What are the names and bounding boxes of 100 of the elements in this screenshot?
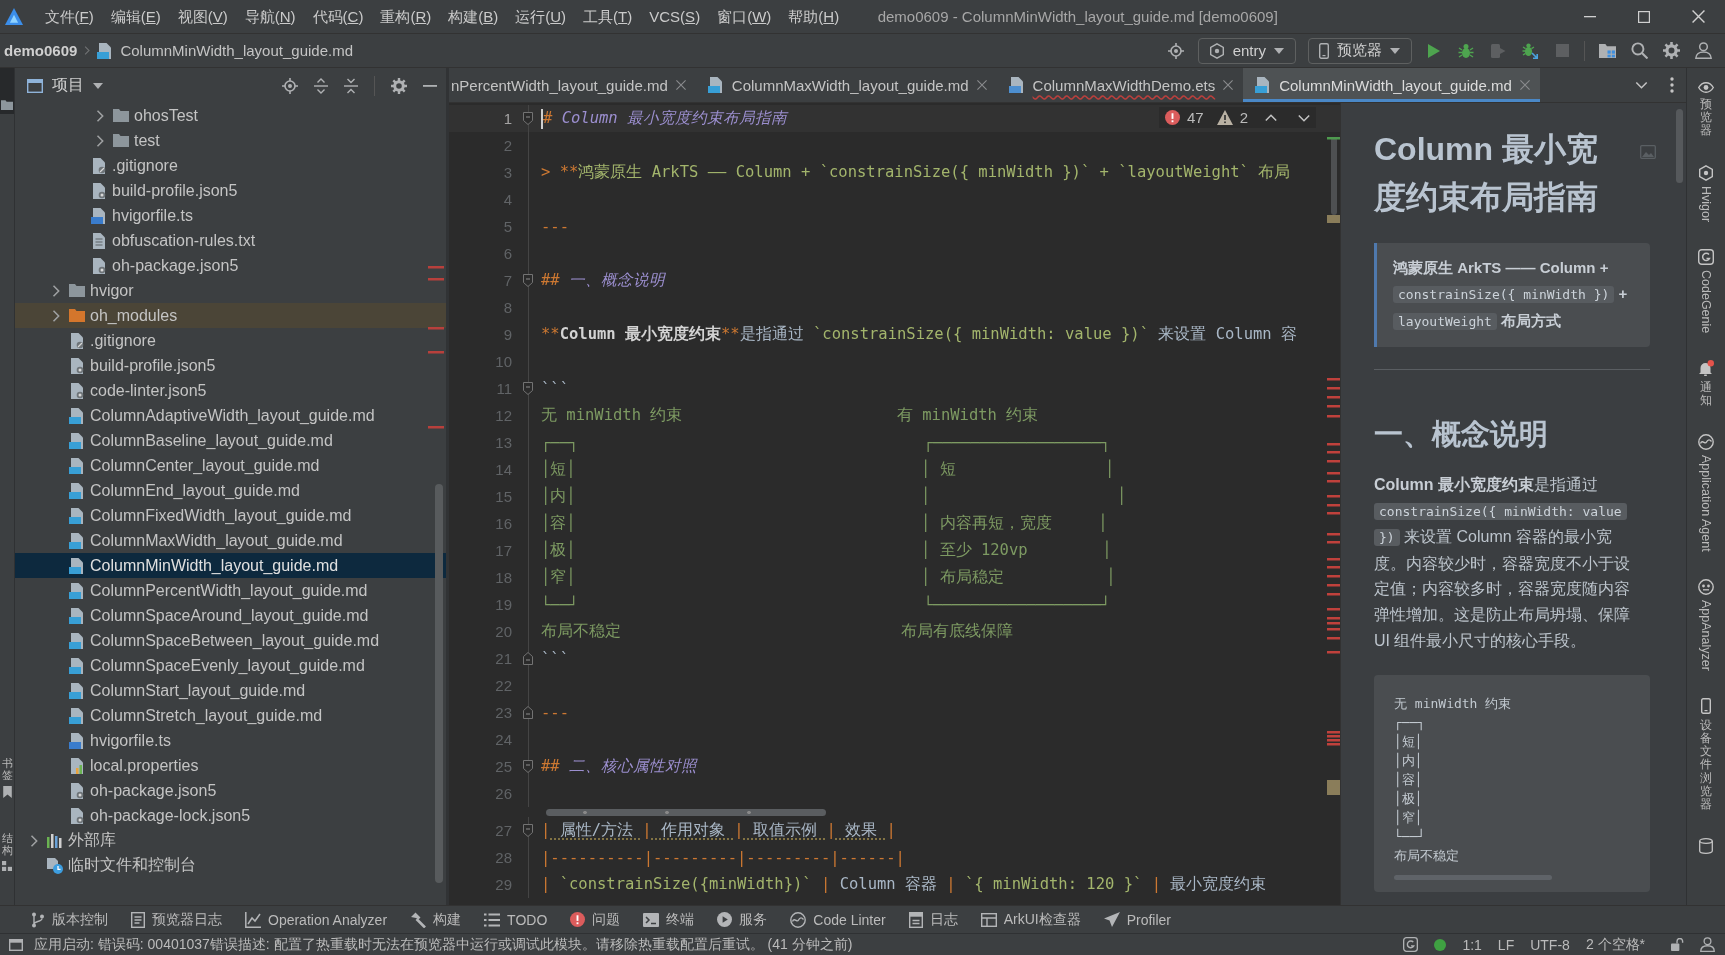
fold-icon[interactable] <box>523 274 533 287</box>
tool-window-button[interactable]: 书签 <box>0 752 14 802</box>
tree-item[interactable]: oh_modules <box>15 303 446 328</box>
tree-item[interactable]: build-profile.json5 <box>15 178 446 203</box>
tool-window-button[interactable]: TODO <box>484 911 548 928</box>
tree-item[interactable]: ColumnSpaceAround_layout_guide.md <box>15 603 446 628</box>
run-icon[interactable] <box>1428 43 1440 58</box>
menu-item[interactable]: 帮助(H) <box>779 4 848 29</box>
scrollbar-thumb[interactable] <box>1394 875 1552 881</box>
locate-icon[interactable] <box>1167 42 1184 59</box>
tree-item[interactable]: ColumnStart_layout_guide.md <box>15 678 446 703</box>
tree-item[interactable]: ColumnFixedWidth_layout_guide.md <box>15 503 446 528</box>
tree-item[interactable]: hvigorfile.ts <box>15 728 446 753</box>
error-count[interactable]: 47 <box>1186 109 1204 126</box>
tree-item[interactable]: hvigorfile.ts <box>15 203 446 228</box>
close-icon[interactable] <box>1691 10 1705 23</box>
menu-item[interactable]: 代码(C) <box>304 4 372 29</box>
chevron-right-icon[interactable] <box>96 134 104 147</box>
chevron-down-icon[interactable] <box>1298 113 1310 122</box>
bug-icon[interactable] <box>1458 42 1474 59</box>
chevron-right-icon[interactable] <box>52 309 60 322</box>
tree-item[interactable]: ColumnStretch_layout_guide.md <box>15 703 446 728</box>
tree-item[interactable]: test <box>15 128 446 153</box>
tree-item[interactable]: 临时文件和控制台 <box>15 853 446 878</box>
tool-window-button[interactable]: 问题 <box>570 910 621 929</box>
tree-item[interactable]: ColumnCenter_layout_guide.md <box>15 453 446 478</box>
folder-grid-icon[interactable] <box>1598 43 1616 58</box>
project-tool-button[interactable] <box>0 68 14 114</box>
chevron-right-icon[interactable] <box>96 109 104 122</box>
status-item[interactable]: 1:1 <box>1462 936 1482 953</box>
status-item[interactable]: 2 个空格* <box>1585 935 1645 954</box>
fold-icon[interactable] <box>523 652 533 665</box>
more-icon[interactable] <box>1670 77 1674 93</box>
status-item[interactable]: UTF-8 <box>1530 936 1570 953</box>
tree-item[interactable]: code-linter.json5 <box>15 378 446 403</box>
bug-arrow-icon[interactable] <box>1522 42 1538 59</box>
menu-item[interactable]: 运行(U) <box>506 4 575 29</box>
menu-item[interactable]: VCS(S) <box>640 4 709 29</box>
fold-icon[interactable] <box>523 760 533 773</box>
tree-item[interactable]: 外部库 <box>15 828 446 853</box>
close-icon[interactable] <box>976 80 987 90</box>
menu-item[interactable]: 编辑(E) <box>102 4 170 29</box>
tree-item[interactable]: obfuscation-rules.txt <box>15 228 446 253</box>
close-icon[interactable] <box>675 80 686 90</box>
status-message[interactable]: 应用启动: 错误码: 00401037错误描述: 配置了热重载时无法在预览器中运行或调试此模块。请移除热重载配置后重试。 (41 分钟之前) <box>34 935 853 954</box>
search-icon[interactable] <box>1630 42 1648 59</box>
tool-window-button[interactable]: ArkUI检查器 <box>980 910 1081 929</box>
project-view-dropdown[interactable]: 项目 <box>27 75 103 96</box>
scrollbar-thumb[interactable] <box>1676 109 1683 183</box>
chevron-up-icon[interactable] <box>1265 113 1277 122</box>
run-config-dropdown[interactable]: entry <box>1197 37 1296 64</box>
fold-icon[interactable] <box>523 824 533 837</box>
tool-window-button[interactable]: 预览器 <box>1698 82 1714 138</box>
tree-item[interactable]: ColumnMaxWidth_layout_guide.md <box>15 528 446 553</box>
tool-window-button[interactable]: 通知 <box>1698 359 1714 408</box>
tool-window-button[interactable]: AppAnalyzer <box>1698 578 1714 671</box>
menu-item[interactable]: 导航(N) <box>236 4 305 29</box>
chevron-right-icon[interactable] <box>30 834 38 847</box>
tree-item[interactable]: oh-package.json5 <box>15 253 446 278</box>
window-icon[interactable] <box>9 938 23 951</box>
tree-item[interactable]: local.properties <box>15 753 446 778</box>
warning-count[interactable]: 2 <box>1239 109 1248 126</box>
user-icon[interactable] <box>1694 42 1712 59</box>
device-dropdown[interactable]: 预览器 <box>1308 37 1412 64</box>
tool-window-button[interactable]: 版本控制 <box>31 910 108 929</box>
tree-item[interactable]: .gitignore <box>15 153 446 178</box>
menu-item[interactable]: 工具(T) <box>574 4 641 29</box>
collapse-all-icon[interactable] <box>344 77 358 94</box>
menu-item[interactable]: 构建(B) <box>439 4 507 29</box>
editor-tab[interactable]: ColumnMinWidth_layout_guide.md <box>1243 68 1540 102</box>
chevron-right-icon[interactable] <box>52 284 60 297</box>
tool-window-button[interactable]: 服务 <box>717 910 768 929</box>
menu-item[interactable]: 重构(R) <box>371 4 440 29</box>
editor-tab[interactable]: ColumnMaxWidthDemo.ets <box>996 68 1244 102</box>
fold-icon[interactable] <box>523 112 533 125</box>
menu-item[interactable]: 文件(F) <box>36 4 103 29</box>
status-item[interactable]: LF <box>1497 936 1515 953</box>
tree-item[interactable]: oh-package.json5 <box>15 778 446 803</box>
tool-window-button[interactable]: 设备文件浏览器 <box>1700 697 1712 812</box>
tree-item[interactable]: ColumnPercentWidth_layout_guide.md <box>15 578 446 603</box>
database-icon[interactable] <box>1699 838 1713 855</box>
tree-item[interactable]: oh-package-lock.json5 <box>15 803 446 828</box>
tool-window-button[interactable]: 结构 <box>0 827 14 875</box>
minimize-icon[interactable] <box>423 84 437 87</box>
tree-item[interactable]: ColumnBaseline_layout_guide.md <box>15 428 446 453</box>
tree-item[interactable]: ohosTest <box>15 103 446 128</box>
tool-window-button[interactable]: 终端 <box>643 910 695 929</box>
tree-item[interactable]: build-profile.json5 <box>15 353 446 378</box>
tree-item[interactable]: hvigor <box>15 278 446 303</box>
padlock-icon[interactable] <box>1671 938 1684 951</box>
tree-item[interactable]: ColumnSpaceBetween_layout_guide.md <box>15 628 446 653</box>
settings-icon[interactable] <box>1662 42 1680 59</box>
minimize-icon[interactable] <box>1584 15 1596 18</box>
user-icon[interactable] <box>1700 937 1715 952</box>
close-icon[interactable] <box>1223 80 1234 90</box>
scrollbar-thumb[interactable] <box>435 484 443 883</box>
tool-window-button[interactable]: Profiler <box>1103 911 1172 928</box>
tree-item[interactable]: ColumnAdaptiveWidth_layout_guide.md <box>15 403 446 428</box>
error-stripe[interactable] <box>1326 137 1340 797</box>
table-toolbar[interactable] <box>546 808 826 816</box>
